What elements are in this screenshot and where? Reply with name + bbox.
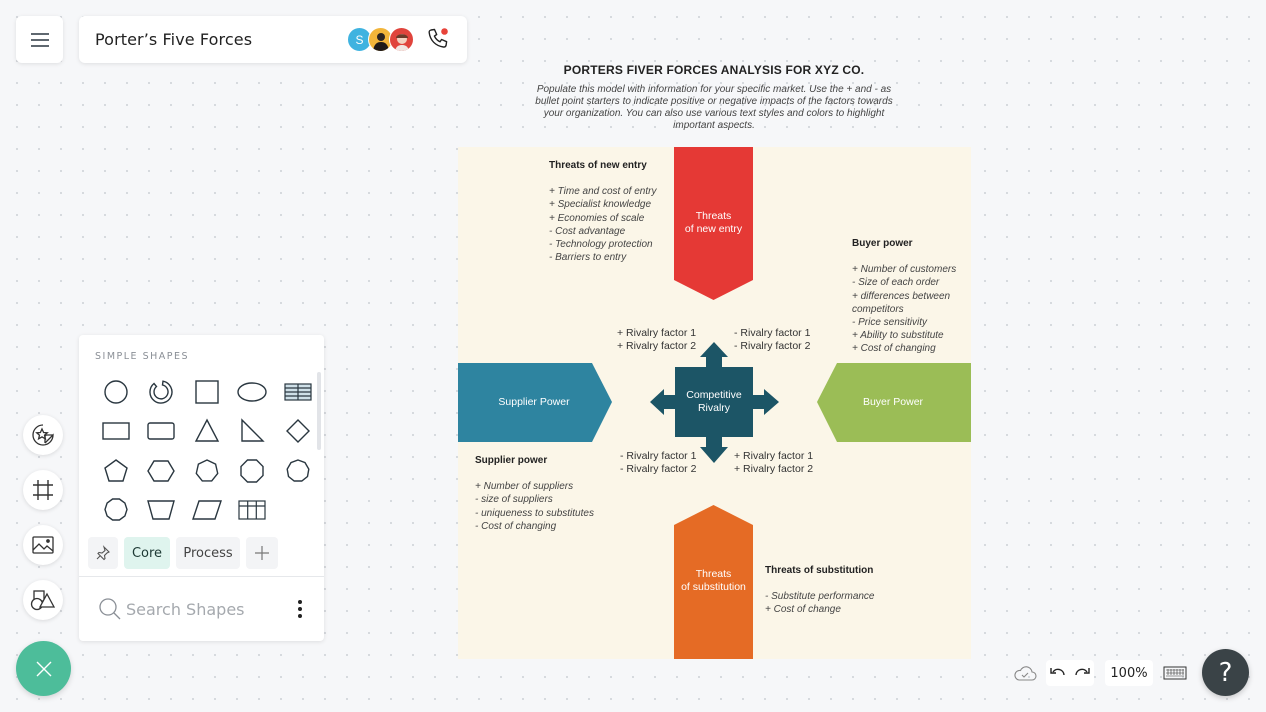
shape-diamond[interactable] xyxy=(275,412,321,452)
undo-icon[interactable] xyxy=(1049,665,1067,681)
hamburger-icon xyxy=(30,32,49,47)
keyboard-shortcuts-button[interactable] xyxy=(1162,664,1188,682)
frame-grid-icon xyxy=(33,480,53,500)
close-icon xyxy=(36,661,51,676)
collaborator-avatars: S xyxy=(347,27,414,52)
five-forces-diagram[interactable]: Threats of new entry Supplier Power Buye… xyxy=(458,147,971,659)
panel-divider xyxy=(79,576,324,577)
image-icon xyxy=(32,536,54,554)
new-entry-force-label: Threats of new entry xyxy=(684,210,743,235)
shapes-section-title: SIMPLE SHAPES xyxy=(95,351,190,362)
title-bar: Porter’s Five Forces S xyxy=(79,16,467,63)
shapes-icon xyxy=(30,590,56,611)
cloud-save-status[interactable] xyxy=(1012,662,1038,684)
search-icon xyxy=(99,598,121,620)
person-photo-icon xyxy=(394,33,409,51)
shape-heptagon[interactable] xyxy=(184,451,230,491)
pin-icon xyxy=(96,545,110,561)
shape-triangle[interactable] xyxy=(184,412,230,452)
shape-arc-ring[interactable] xyxy=(139,372,185,412)
frame-button[interactable] xyxy=(23,470,63,510)
shapes-scrollbar[interactable] xyxy=(317,372,321,450)
close-panel-button[interactable] xyxy=(16,641,71,696)
main-menu-button[interactable] xyxy=(16,16,63,63)
image-button[interactable] xyxy=(23,525,63,565)
shape-rounded-rectangle[interactable] xyxy=(139,412,185,452)
undo-redo-group xyxy=(1046,660,1094,686)
diagram-description[interactable]: Populate this model with information for… xyxy=(530,84,898,132)
call-phone-icon[interactable] xyxy=(425,26,451,52)
search-placeholder: Search Shapes xyxy=(126,599,245,619)
shape-table-striped[interactable] xyxy=(275,372,321,412)
new-entry-note[interactable]: Threats of new entry + Time and cost of … xyxy=(549,159,674,264)
avatar[interactable] xyxy=(389,27,414,52)
cloud-saved-icon xyxy=(1014,666,1037,681)
rivalry-factors-top-right[interactable]: - Rivalry factor 1 - Rivalry factor 2 xyxy=(734,327,810,353)
plus-icon xyxy=(255,546,269,560)
rivalry-label: Competitive Rivalry xyxy=(686,389,742,414)
shape-grid-table[interactable] xyxy=(230,491,276,531)
shape-circle[interactable] xyxy=(93,372,139,412)
supplier-force-label: Supplier Power xyxy=(498,396,570,408)
shape-right-triangle[interactable] xyxy=(230,412,276,452)
shape-nonagon[interactable] xyxy=(275,451,321,491)
substitution-note[interactable]: Threats of substitution - Substitute per… xyxy=(765,564,905,617)
zoom-level[interactable]: 100% xyxy=(1105,660,1153,686)
rivalry-factors-top-left[interactable]: + Rivalry factor 1 + Rivalry factor 2 xyxy=(617,327,696,353)
tab-core[interactable]: Core xyxy=(124,537,170,569)
help-button[interactable]: ? xyxy=(1202,649,1249,696)
tab-process[interactable]: Process xyxy=(176,537,240,569)
tab-pinned[interactable] xyxy=(88,537,118,569)
supplier-note[interactable]: Supplier power + Number of suppliers - s… xyxy=(475,454,615,533)
search-shapes-field[interactable]: Search Shapes xyxy=(98,597,245,621)
shape-library-tabs: Core Process xyxy=(88,537,278,569)
shapes-panel: SIMPLE SHAPES Core Process Search Shapes xyxy=(79,335,324,641)
call-status-dot xyxy=(441,28,448,35)
shape-square[interactable] xyxy=(184,372,230,412)
rivalry-factors-bottom-right[interactable]: + Rivalry factor 1 + Rivalry factor 2 xyxy=(734,450,813,476)
keyboard-icon xyxy=(1163,666,1187,680)
shape-octagon[interactable] xyxy=(230,451,276,491)
more-options-icon[interactable] xyxy=(297,599,303,619)
shape-trapezoid[interactable] xyxy=(139,491,185,531)
buyer-note[interactable]: Buyer power + Number of customers - Size… xyxy=(852,237,970,356)
redo-icon[interactable] xyxy=(1073,665,1091,681)
shape-grid xyxy=(93,372,313,530)
shape-parallelogram[interactable] xyxy=(184,491,230,531)
document-title[interactable]: Porter’s Five Forces xyxy=(95,30,252,49)
diagram-heading[interactable]: PORTERS FIVER FORCES ANALYSIS FOR XYZ CO… xyxy=(520,63,908,77)
shape-pentagon[interactable] xyxy=(93,451,139,491)
shapes-button[interactable] xyxy=(23,580,63,620)
shape-decagon[interactable] xyxy=(93,491,139,531)
templates-button[interactable] xyxy=(23,415,63,455)
shape-rectangle[interactable] xyxy=(93,412,139,452)
tab-add-library[interactable] xyxy=(246,537,278,569)
sticker-star-icon xyxy=(32,424,54,446)
shape-hexagon[interactable] xyxy=(139,451,185,491)
buyer-force-label: Buyer Power xyxy=(862,396,924,408)
substitution-force-label: Threats of substitution xyxy=(681,568,746,593)
rivalry-factors-bottom-left[interactable]: - Rivalry factor 1 - Rivalry factor 2 xyxy=(620,450,696,476)
shape-ellipse[interactable] xyxy=(230,372,276,412)
